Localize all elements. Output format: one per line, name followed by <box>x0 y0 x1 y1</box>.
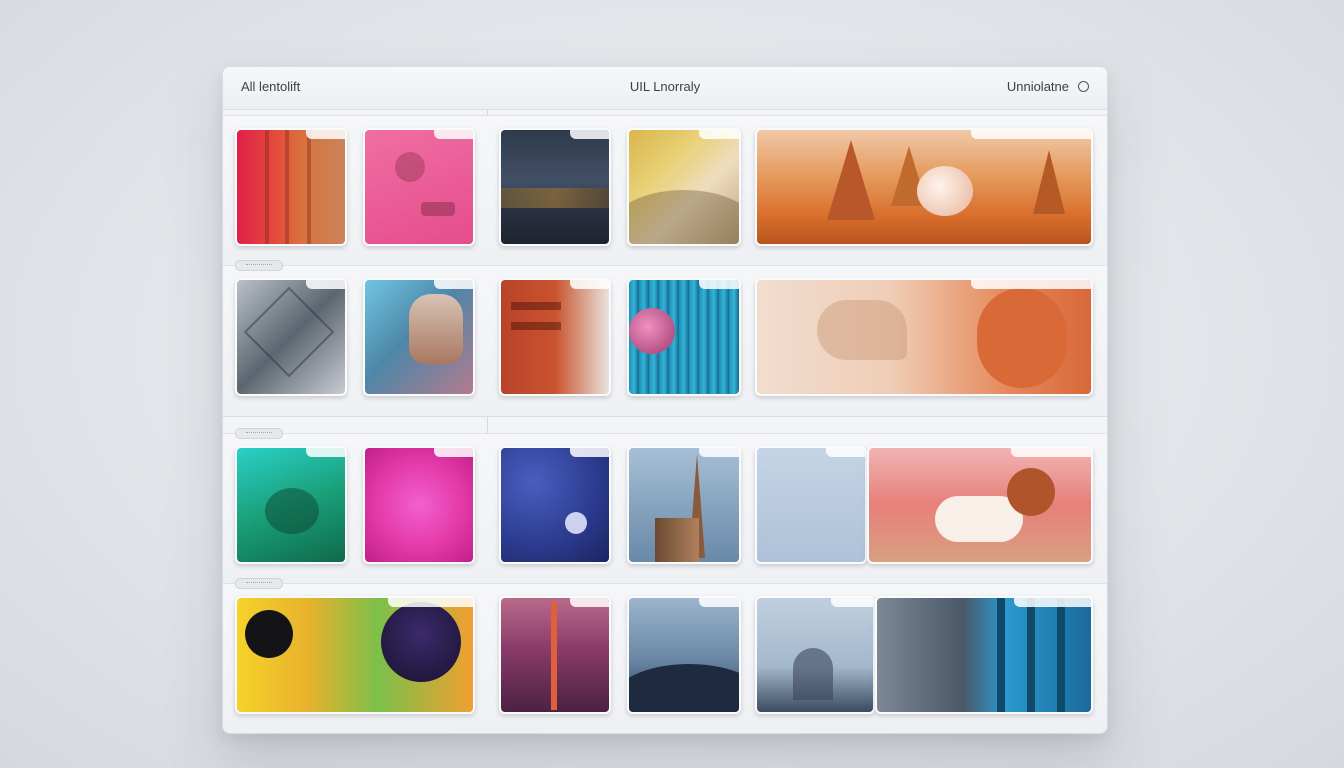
photo-pale-blue[interactable] <box>755 446 867 564</box>
shape-eye <box>245 610 293 658</box>
photo-red-abstract[interactable] <box>235 128 347 246</box>
shape-cat-head <box>1007 468 1055 516</box>
shape-tower <box>551 602 557 710</box>
photo-red-building[interactable] <box>499 278 611 396</box>
photo-colorful-creature[interactable] <box>235 596 475 714</box>
shape-wave <box>629 190 739 244</box>
shape-stripes <box>307 130 311 244</box>
shape-windows <box>511 322 561 330</box>
window-title: UIL Lnorraly <box>629 79 701 94</box>
circle-icon[interactable] <box>1078 81 1089 92</box>
photo-library-window: All lentolift UIL Lnorraly Unniolatne <box>222 66 1108 734</box>
grip-handle-icon[interactable] <box>235 428 283 439</box>
gallery-row-4 <box>223 578 1107 733</box>
shape-light <box>565 512 587 534</box>
shape-creature <box>381 602 461 682</box>
shape-field <box>501 188 609 208</box>
shape-tree <box>793 648 833 700</box>
shape-trunk <box>1057 598 1065 712</box>
photo-autumn-trees[interactable] <box>755 128 1093 246</box>
shape-stripes <box>265 130 269 244</box>
photo-sleeping-cat[interactable] <box>867 446 1093 564</box>
photo-geometric-gray[interactable] <box>235 278 347 396</box>
title-bar: All lentolift UIL Lnorraly Unniolatne <box>223 67 1107 110</box>
shape-hill <box>629 664 739 712</box>
photo-magenta-fur[interactable] <box>363 446 475 564</box>
photo-blue-forest[interactable] <box>875 596 1093 714</box>
shape-stripes <box>285 130 289 244</box>
header-right-label[interactable]: Unniolatne <box>1007 79 1069 94</box>
shape-windows <box>511 302 561 310</box>
photo-blue-landscape[interactable] <box>755 596 875 714</box>
shape-creature <box>265 488 319 534</box>
photo-teal-creature[interactable] <box>235 446 347 564</box>
shape-creature <box>917 166 973 216</box>
photo-dusk-hills[interactable] <box>627 596 741 714</box>
photo-dark-hills[interactable] <box>499 128 611 246</box>
grip-handle-icon[interactable] <box>235 578 283 589</box>
gallery-row-3 <box>223 428 1107 585</box>
photo-statue-face[interactable] <box>363 278 475 396</box>
shape-facet <box>243 286 335 378</box>
photo-gold-wave[interactable] <box>627 128 741 246</box>
photo-spire-tower[interactable] <box>627 446 741 564</box>
photo-blue-orb[interactable] <box>499 446 611 564</box>
shape-tree <box>1033 150 1065 214</box>
shape-plant <box>395 152 425 182</box>
shape-tree <box>827 140 875 220</box>
shape-orb <box>629 308 675 354</box>
shape-figure <box>977 288 1067 388</box>
photo-pink-plant[interactable] <box>363 128 475 246</box>
shape-face <box>409 294 463 364</box>
shape-trunk <box>1027 598 1035 712</box>
photo-blue-curtain[interactable] <box>627 278 741 396</box>
shape-pot <box>421 202 455 216</box>
shape-figure <box>817 300 907 360</box>
photo-purple-tower[interactable] <box>499 596 611 714</box>
photo-orange-sculpture[interactable] <box>755 278 1093 396</box>
gallery-row-2 <box>223 260 1107 417</box>
shape-trunk <box>997 598 1005 712</box>
grip-handle-icon[interactable] <box>235 260 283 271</box>
shape-building <box>655 518 699 562</box>
gallery-row-1 <box>223 115 1107 267</box>
